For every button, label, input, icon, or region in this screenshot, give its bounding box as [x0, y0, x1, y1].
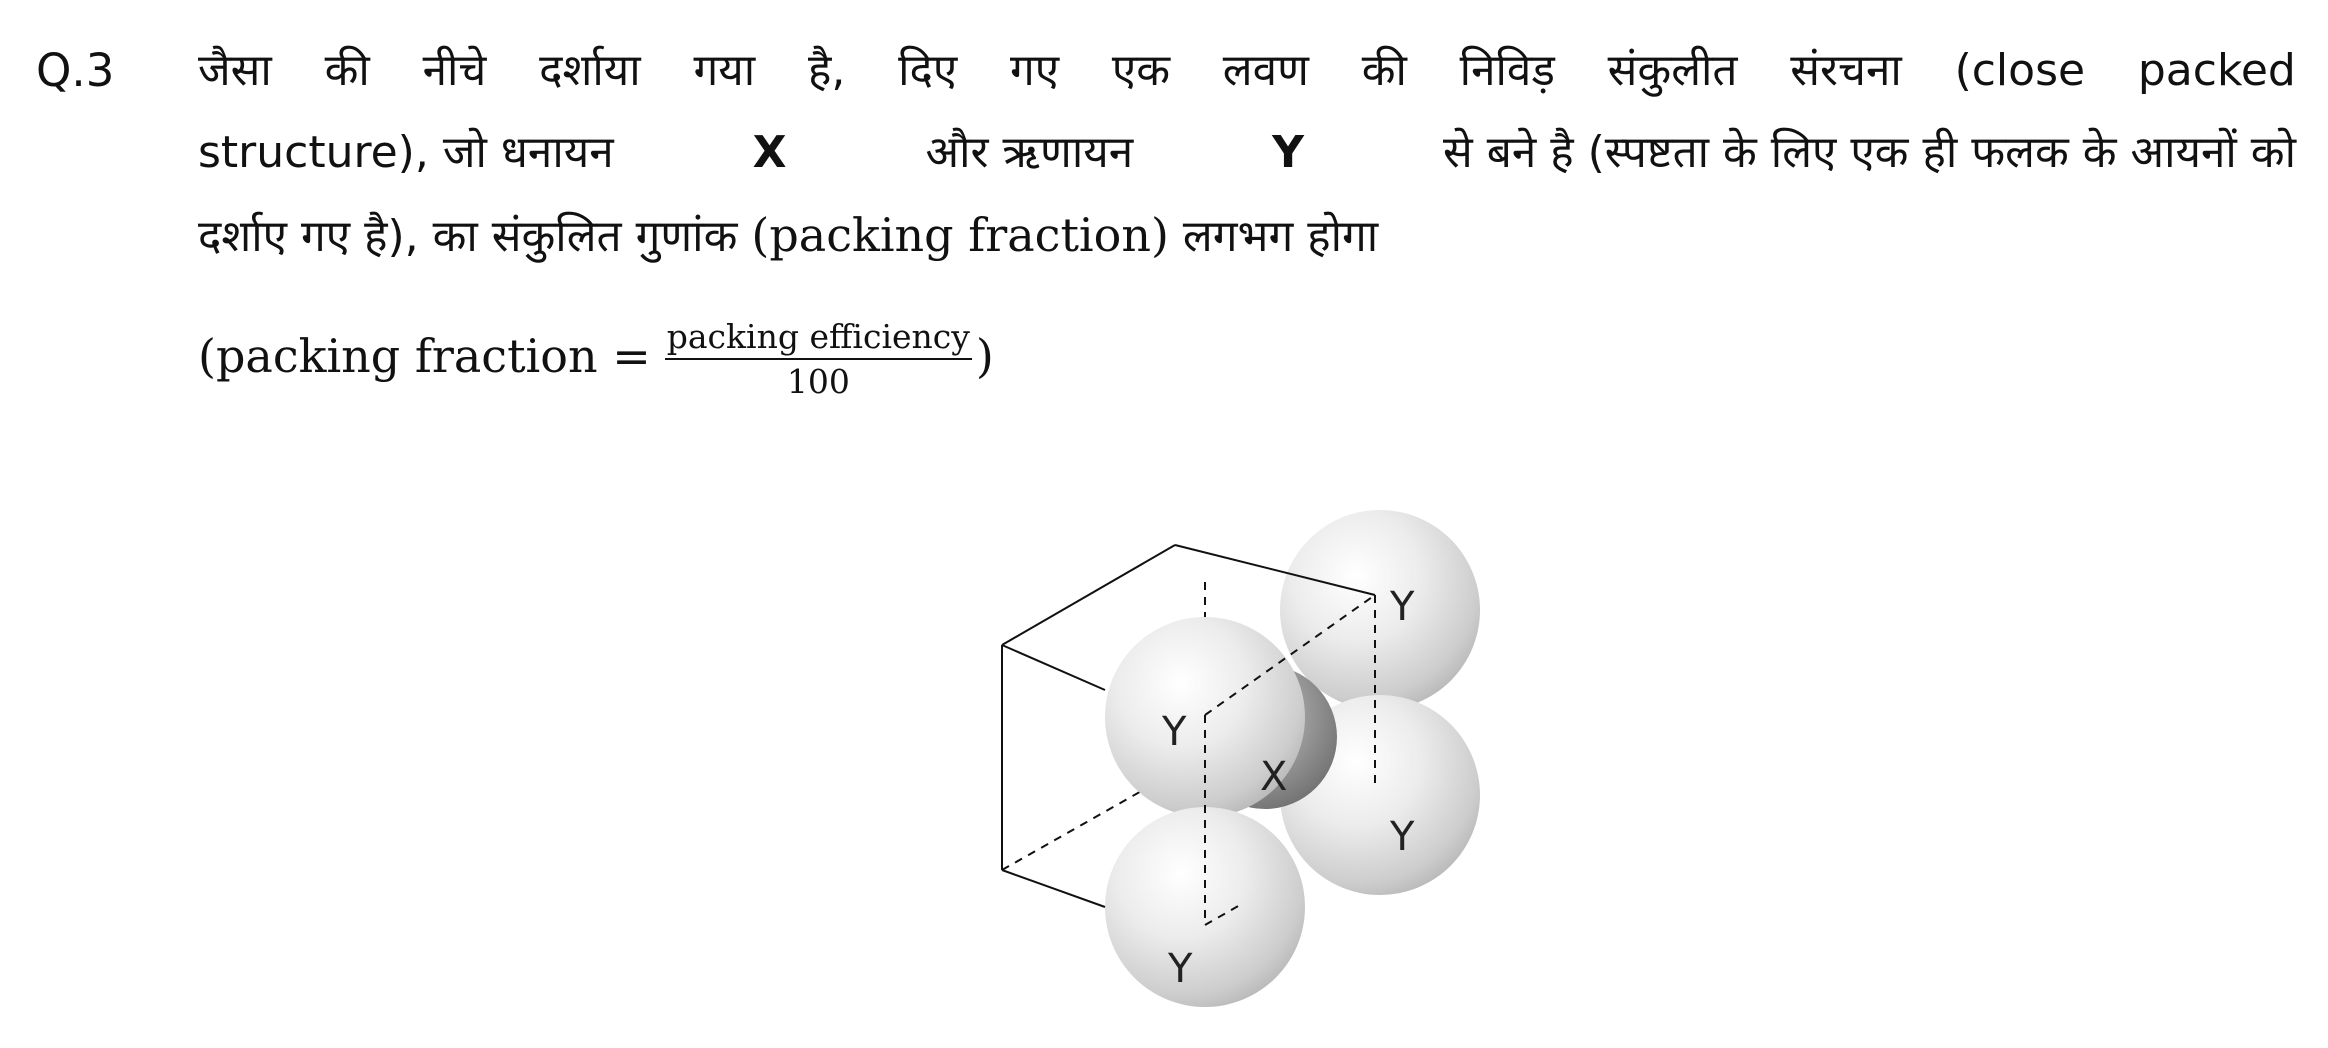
- atom-label-y: Y: [1161, 709, 1187, 755]
- word: संकुलीत: [1607, 45, 1738, 96]
- word: दर्शाया: [539, 45, 641, 96]
- atom-label-y: Y: [1389, 814, 1415, 860]
- line-3-text-c: लगभग होगा: [1182, 211, 1379, 262]
- question-line-1: जैसा की नीचे दर्शाया गया है, दिए गए एक ल…: [198, 38, 2296, 108]
- word: एक: [1111, 45, 1171, 96]
- word: गया: [693, 45, 756, 96]
- formula-fraction: packing efficiency 100: [664, 316, 972, 404]
- cube-edge: [1001, 644, 1106, 691]
- word: गए: [1010, 45, 1060, 96]
- word: की: [324, 45, 370, 96]
- line-2-text-b: और ऋणायन: [925, 127, 1134, 178]
- word: (close: [1954, 45, 2086, 96]
- cation-symbol: X: [752, 127, 787, 178]
- atom-label-y: Y: [1389, 584, 1415, 630]
- formula-numerator: packing efficiency: [664, 316, 972, 360]
- anion-symbol: Y: [1272, 127, 1305, 178]
- word: दिए: [898, 45, 958, 96]
- crystal-structure-diagram: Y Y X Y Y: [1001, 510, 1480, 1007]
- formula-denominator: 100: [786, 362, 850, 401]
- cube-edge: [1001, 544, 1176, 646]
- line-3-term: (packing fraction): [751, 208, 1169, 262]
- question-line-2: structure), जो धनायन X और ऋणायन Y से बने…: [198, 120, 2296, 190]
- atom-label-y: Y: [1167, 946, 1193, 992]
- anion-sphere-top-right: [1280, 510, 1480, 710]
- cube-edge: [1001, 869, 1106, 908]
- word: है,: [807, 45, 846, 96]
- word: निविड़: [1459, 45, 1555, 96]
- line-2-text-c: से बने है (स्पष्टता के लिए एक ही फलक के …: [1442, 127, 2296, 178]
- formula-lhs: (packing fraction =: [198, 329, 651, 383]
- line-3-text-a: दर्शाए गए है), का संकुलित गुणांक: [198, 211, 738, 262]
- line-2-text-a: structure), जो धनायन: [198, 127, 614, 178]
- packing-fraction-formula: (packing fraction = packing efficiency 1…: [198, 296, 994, 416]
- word: संरचना: [1790, 45, 1902, 96]
- word: लवण: [1222, 45, 1309, 96]
- formula-close-paren: ): [975, 329, 994, 383]
- word: नीचे: [422, 45, 487, 96]
- question-number: Q.3: [36, 44, 115, 97]
- question-line-3: दर्शाए गए है), का संकुलित गुणांक (packin…: [198, 202, 1378, 272]
- atom-label-x: X: [1260, 754, 1287, 800]
- word: की: [1361, 45, 1407, 96]
- word: जैसा: [198, 45, 272, 96]
- crystal-structure-figure: Y Y X Y Y: [990, 495, 1510, 1035]
- word: packed: [2137, 45, 2296, 96]
